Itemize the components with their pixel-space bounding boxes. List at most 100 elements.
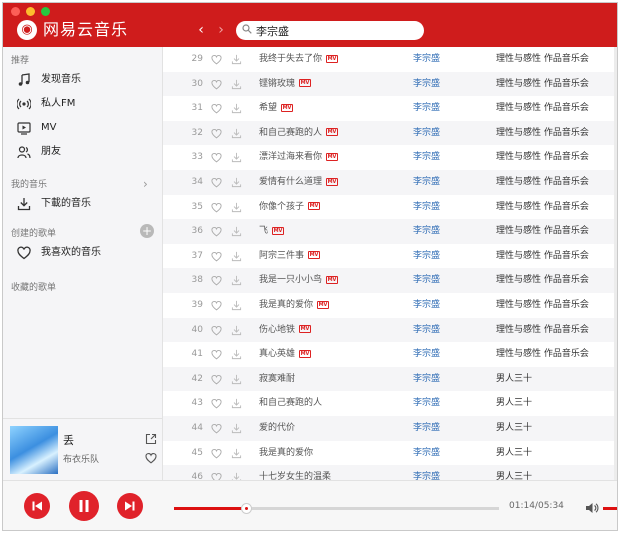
minimize-window-button[interactable] bbox=[26, 7, 35, 16]
track-artist-link[interactable]: 李宗盛 bbox=[413, 342, 440, 367]
mv-badge-icon[interactable]: MV bbox=[326, 128, 339, 137]
table-row[interactable]: 30 铿锵玫瑰 MV 李宗盛 理性与感性 作品音乐会 bbox=[163, 71, 617, 97]
heart-icon[interactable] bbox=[211, 177, 222, 188]
heart-icon[interactable] bbox=[211, 448, 222, 459]
mv-badge-icon[interactable]: MV bbox=[326, 152, 339, 161]
table-row[interactable]: 38 我是一只小小鸟 MV 李宗盛 理性与感性 作品音乐会 bbox=[163, 268, 617, 293]
download-icon[interactable] bbox=[231, 349, 242, 360]
track-album-link[interactable]: 男人三十 bbox=[496, 441, 532, 466]
table-row[interactable]: 29 我终于失去了你 MV 李宗盛 理性与感性 作品音乐会 bbox=[163, 47, 617, 72]
table-row[interactable]: 43 和自己赛跑的人 李宗盛 男人三十 bbox=[163, 391, 617, 416]
track-album-link[interactable]: 理性与感性 作品音乐会 bbox=[496, 244, 589, 269]
track-album-link[interactable]: 男人三十 bbox=[496, 416, 532, 441]
download-icon[interactable] bbox=[231, 226, 242, 237]
track-title[interactable]: 我终于失去了你 MV bbox=[259, 47, 339, 72]
sidebar-item-discover-music[interactable]: 发现音乐 bbox=[17, 69, 157, 91]
track-title[interactable]: 爱情有什么道理 MV bbox=[259, 170, 339, 195]
download-icon[interactable] bbox=[231, 54, 242, 65]
track-album-link[interactable]: 理性与感性 作品音乐会 bbox=[496, 170, 589, 195]
track-album-link[interactable]: 理性与感性 作品音乐会 bbox=[496, 195, 589, 220]
heart-icon[interactable] bbox=[211, 423, 222, 434]
heart-icon[interactable] bbox=[211, 374, 222, 385]
track-artist-link[interactable]: 李宗盛 bbox=[413, 318, 440, 343]
track-artist-link[interactable]: 李宗盛 bbox=[413, 441, 440, 466]
mv-badge-icon[interactable]: MV bbox=[317, 300, 330, 309]
heart-icon[interactable] bbox=[211, 349, 222, 360]
track-title[interactable]: 我是真的爱你 bbox=[259, 441, 313, 466]
table-row[interactable]: 41 真心英雄 MV 李宗盛 理性与感性 作品音乐会 bbox=[163, 342, 617, 367]
track-title[interactable]: 阿宗三件事 MV bbox=[259, 244, 321, 269]
previous-track-button[interactable] bbox=[24, 493, 50, 519]
now-playing-card[interactable]: 丢 布衣乐队 bbox=[3, 418, 163, 480]
heart-icon[interactable] bbox=[211, 79, 222, 90]
table-row[interactable]: 46 十七岁女生的温柔 李宗盛 男人三十 bbox=[163, 465, 617, 480]
heart-icon[interactable] bbox=[211, 54, 222, 65]
table-row[interactable]: 44 爱的代价 李宗盛 男人三十 bbox=[163, 416, 617, 441]
sidebar-item-downloaded-music[interactable]: 下載的音乐 bbox=[17, 193, 157, 215]
track-title[interactable]: 十七岁女生的温柔 bbox=[259, 465, 331, 480]
track-album-link[interactable]: 理性与感性 作品音乐会 bbox=[496, 72, 589, 97]
track-artist-link[interactable]: 李宗盛 bbox=[413, 121, 440, 146]
download-icon[interactable] bbox=[231, 300, 242, 311]
track-artist-link[interactable]: 李宗盛 bbox=[413, 416, 440, 441]
create-playlist-button[interactable]: + bbox=[140, 224, 154, 238]
volume-icon[interactable] bbox=[585, 502, 599, 514]
download-icon[interactable] bbox=[231, 275, 242, 286]
track-title[interactable]: 铿锵玫瑰 MV bbox=[259, 72, 312, 97]
track-title[interactable]: 我是真的爱你 MV bbox=[259, 293, 330, 318]
track-title[interactable]: 爱的代价 bbox=[259, 416, 295, 441]
share-icon[interactable] bbox=[145, 433, 157, 445]
table-row[interactable]: 34 爱情有什么道理 MV 李宗盛 理性与感性 作品音乐会 bbox=[163, 170, 617, 195]
download-icon[interactable] bbox=[231, 325, 242, 336]
track-album-link[interactable]: 理性与感性 作品音乐会 bbox=[496, 121, 589, 146]
track-artist-link[interactable]: 李宗盛 bbox=[413, 47, 440, 72]
table-row[interactable]: 33 漂洋过海来看你 MV 李宗盛 理性与感性 作品音乐会 bbox=[163, 145, 617, 170]
table-row[interactable]: 36 飞 MV 李宗盛 理性与感性 作品音乐会 bbox=[163, 219, 617, 244]
track-album-link[interactable]: 男人三十 bbox=[496, 391, 532, 416]
sidebar-item-liked-music[interactable]: 我喜欢的音乐 bbox=[17, 242, 157, 264]
sidebar-item-friends[interactable]: 朋友 bbox=[17, 141, 157, 163]
mv-badge-icon[interactable]: MV bbox=[326, 54, 339, 63]
progress-bar[interactable] bbox=[174, 503, 499, 514]
mv-badge-icon[interactable]: MV bbox=[326, 275, 339, 284]
track-artist-link[interactable]: 李宗盛 bbox=[413, 145, 440, 170]
track-artist-link[interactable]: 李宗盛 bbox=[413, 96, 440, 121]
heart-icon[interactable] bbox=[211, 202, 222, 213]
track-list-scrollbar[interactable] bbox=[614, 47, 617, 480]
track-album-link[interactable]: 男人三十 bbox=[496, 367, 532, 392]
search-input[interactable] bbox=[256, 21, 416, 40]
sidebar-item-private-fm[interactable]: 私人FM bbox=[17, 93, 157, 115]
track-album-link[interactable]: 理性与感性 作品音乐会 bbox=[496, 47, 589, 72]
track-title[interactable]: 希望 MV bbox=[259, 96, 294, 121]
track-artist-link[interactable]: 李宗盛 bbox=[413, 293, 440, 318]
track-album-link[interactable]: 男人三十 bbox=[496, 465, 532, 480]
table-row[interactable]: 31 希望 MV 李宗盛 理性与感性 作品音乐会 bbox=[163, 96, 617, 121]
table-row[interactable]: 40 伤心地铁 MV 李宗盛 理性与感性 作品音乐会 bbox=[163, 317, 617, 343]
table-row[interactable]: 45 我是真的爱你 李宗盛 男人三十 bbox=[163, 441, 617, 466]
sidebar-item-mv[interactable]: MV bbox=[17, 117, 157, 139]
progress-knob[interactable] bbox=[240, 503, 252, 514]
track-title[interactable]: 和自己赛跑的人 MV bbox=[259, 121, 339, 146]
download-icon[interactable] bbox=[231, 128, 242, 139]
download-icon[interactable] bbox=[231, 103, 242, 114]
track-artist-link[interactable]: 李宗盛 bbox=[413, 244, 440, 269]
close-window-button[interactable] bbox=[11, 7, 20, 16]
track-artist-link[interactable]: 李宗盛 bbox=[413, 195, 440, 220]
download-icon[interactable] bbox=[231, 472, 242, 480]
mv-badge-icon[interactable]: MV bbox=[299, 349, 312, 358]
track-title[interactable]: 真心英雄 MV bbox=[259, 342, 312, 367]
maximize-window-button[interactable] bbox=[41, 7, 50, 16]
heart-icon[interactable] bbox=[211, 251, 222, 262]
download-icon[interactable] bbox=[231, 202, 242, 213]
download-icon[interactable] bbox=[231, 448, 242, 459]
track-title[interactable]: 飞 MV bbox=[259, 219, 285, 244]
like-icon[interactable] bbox=[145, 452, 157, 464]
back-button[interactable]: ‹ bbox=[192, 21, 210, 39]
table-row[interactable]: 37 阿宗三件事 MV 李宗盛 理性与感性 作品音乐会 bbox=[163, 244, 617, 269]
mv-badge-icon[interactable]: MV bbox=[326, 177, 339, 186]
chevron-right-icon[interactable]: › bbox=[143, 177, 148, 191]
pause-button[interactable] bbox=[69, 491, 99, 521]
next-track-button[interactable] bbox=[117, 493, 143, 519]
mv-badge-icon[interactable]: MV bbox=[299, 325, 312, 334]
track-list[interactable]: 29 我终于失去了你 MV 李宗盛 理性与感性 作品音乐会 30 铿锵玫瑰 MV 李宗盛 理性与感… bbox=[163, 47, 617, 480]
